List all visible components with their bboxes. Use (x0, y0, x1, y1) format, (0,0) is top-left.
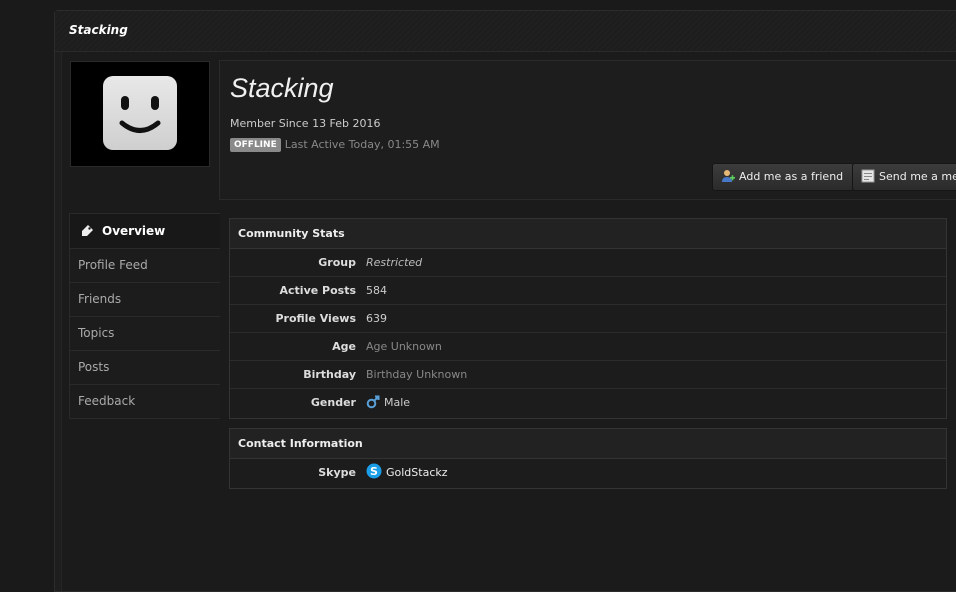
stat-row-age: Age Age Unknown (230, 333, 946, 361)
nav-item-profile-feed[interactable]: Profile Feed (69, 249, 220, 283)
contact-row-skype: Skype S GoldStackz (230, 459, 946, 486)
page-title: Stacking (69, 23, 128, 37)
avatar[interactable] (70, 61, 210, 167)
nav-item-friends[interactable]: Friends (69, 283, 220, 317)
stat-row-active-posts: Active Posts 584 (230, 277, 946, 305)
nav-item-label: Overview (102, 224, 166, 238)
last-active: Last Active Today, 01:55 AM (284, 138, 440, 151)
contact-information-panel: Contact Information Skype S GoldStackz (229, 428, 947, 489)
profile-name: Stacking (230, 73, 334, 103)
stat-label: Birthday (303, 368, 356, 381)
stat-row-birthday: Birthday Birthday Unknown (230, 361, 946, 389)
stat-value: Birthday Unknown (366, 368, 468, 381)
add-friend-label: Add me as a friend (739, 170, 844, 183)
add-friend-icon (721, 167, 735, 193)
profile-header: Stacking Member Since 13 Feb 2016 OFFLIN… (219, 60, 956, 200)
stat-value: Age Unknown (366, 340, 442, 353)
nav-item-topics[interactable]: Topics (69, 317, 220, 351)
male-icon (366, 392, 380, 419)
stat-label: Gender (310, 396, 356, 409)
tag-icon (80, 217, 94, 252)
send-message-button[interactable]: Send me a mess (852, 163, 956, 191)
send-message-label: Send me a mess (879, 170, 956, 183)
add-friend-button[interactable]: Add me as a friend (712, 163, 855, 193)
stat-row-profile-views: Profile Views 639 (230, 305, 946, 333)
stat-label: Age (332, 340, 356, 353)
stat-value-gender: Male (366, 389, 410, 419)
message-icon (861, 167, 875, 193)
skype-icon: S (366, 462, 382, 489)
stat-value: 584 (366, 284, 387, 297)
skype-username: GoldStackz (386, 466, 448, 479)
nav-item-feedback[interactable]: Feedback (69, 385, 220, 419)
status-badge: OFFLINE (230, 138, 281, 152)
stat-label: Profile Views (275, 312, 356, 325)
svg-text:S: S (370, 465, 378, 478)
stat-label: Group (318, 256, 356, 269)
stat-row-group: Group Restricted (230, 249, 946, 277)
page-header: Stacking (55, 11, 956, 52)
section-title: Community Stats (230, 219, 946, 249)
default-avatar-face (103, 76, 177, 150)
community-stats-panel: Community Stats Group Restricted Active … (229, 218, 947, 419)
stat-label: Active Posts (279, 284, 357, 297)
member-since: Member Since 13 Feb 2016 (230, 117, 381, 130)
contact-value-skype[interactable]: S GoldStackz (366, 459, 448, 489)
profile-nav: Overview Profile Feed Friends Topics Pos… (69, 213, 220, 419)
stat-value: 639 (366, 312, 387, 325)
nav-item-posts[interactable]: Posts (69, 351, 220, 385)
gender-value: Male (384, 396, 411, 409)
stat-value: Restricted (366, 256, 423, 269)
section-title: Contact Information (230, 429, 946, 459)
status-line: OFFLINE Last Active Today, 01:55 AM (230, 138, 440, 152)
nav-item-overview[interactable]: Overview (69, 213, 220, 249)
stat-row-gender: Gender Male (230, 389, 946, 416)
contact-label: Skype (318, 466, 356, 479)
